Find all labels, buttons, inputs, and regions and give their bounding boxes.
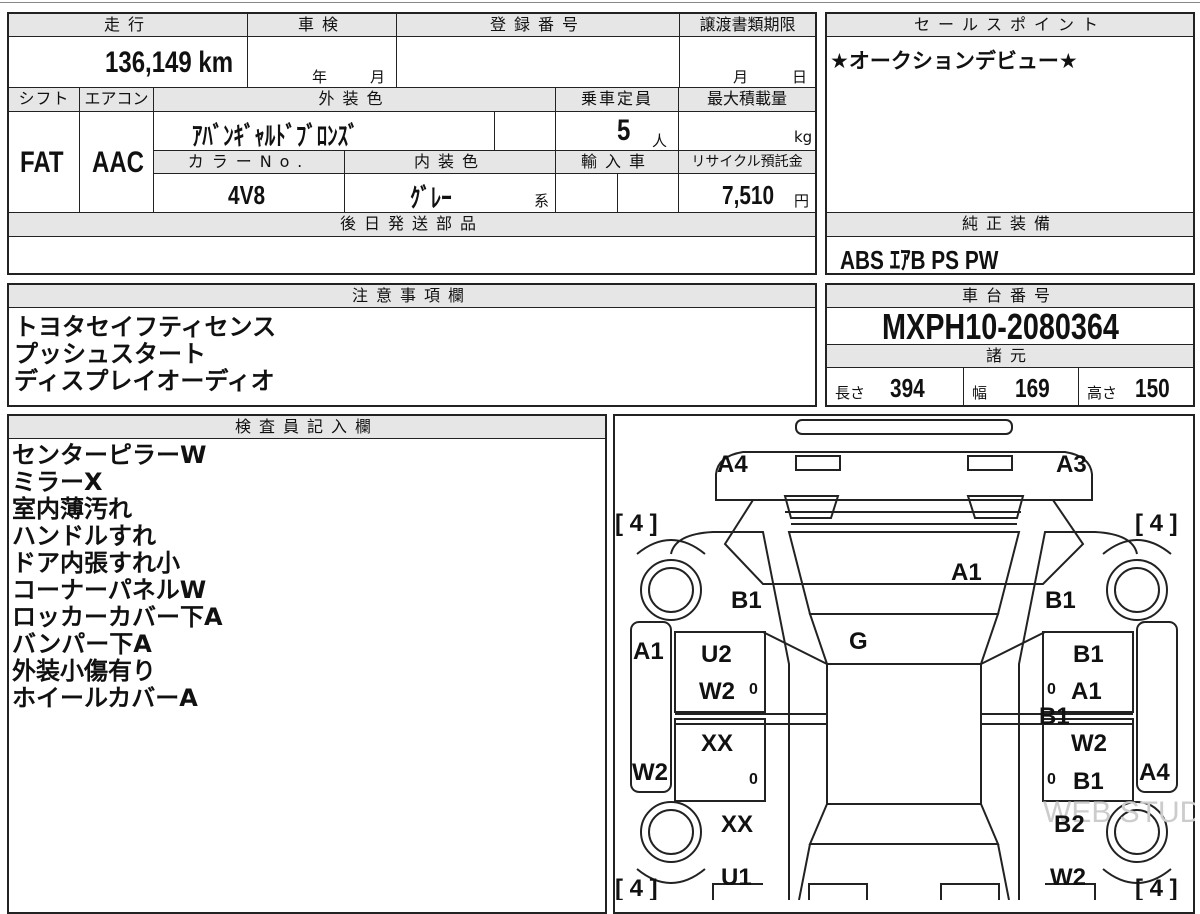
damage-label: U2: [701, 641, 732, 668]
inspector-line: センターピラーW: [12, 441, 207, 469]
damage-label: B1: [1073, 641, 1104, 668]
damage-label: XX: [721, 811, 753, 838]
inspector-line: ミラーX: [12, 468, 103, 496]
damage-label: B1: [731, 587, 762, 614]
damage-label: A4: [1139, 759, 1170, 786]
inspector-line: ドア内張すれ小: [12, 549, 180, 577]
aircon-value: AAC: [92, 146, 144, 179]
interior-color-suffix: 系: [534, 192, 550, 210]
tire-mark-front-left: [ 4 ]: [615, 510, 658, 537]
transfer-deadline-header: 譲渡書類期限: [680, 14, 815, 37]
car-diagram: WEB STUDIO [ 4 ] [ 4 ] [ 4 ] [ 4 ] A4 A3…: [615, 419, 1195, 900]
damage-label: G: [849, 628, 868, 655]
max-load-header: 最大積載量: [679, 88, 815, 112]
length-value: 394: [890, 373, 925, 403]
notes-line-2: プッシュスタート: [14, 340, 206, 368]
inspector-lines: センターピラーW ミラーX 室内薄汚れ ハンドルすれ ドア内張すれ小 コーナーパ…: [12, 442, 223, 712]
damage-label: W2: [1050, 864, 1086, 891]
damage-label: A4: [717, 451, 748, 478]
max-load-unit: kg: [794, 128, 813, 146]
capacity-value: 5: [617, 114, 631, 147]
damage-label: A1: [633, 638, 664, 665]
interior-color-header: 内装色: [345, 151, 555, 174]
capacity-unit: 人: [652, 132, 668, 150]
import-header: 輸入車: [556, 151, 678, 174]
inspector-line: 外装小傷有り: [12, 657, 156, 685]
damage-label: B1: [1039, 703, 1070, 730]
transfer-month-unit: 月: [733, 68, 749, 86]
aircon-header: エアコン: [80, 88, 153, 112]
width-value: 169: [1015, 373, 1050, 403]
sales-point-text: ★オークションデビュー★: [830, 49, 1078, 73]
damage-label: W2: [699, 678, 735, 705]
inspector-line: ロッカーカバー下A: [12, 603, 223, 631]
inspector-line: バンパー下A: [12, 630, 152, 658]
damage-label: XX: [701, 730, 733, 757]
notes-line-1: トヨタセイフティセンス: [14, 313, 277, 341]
height-value: 150: [1135, 373, 1170, 403]
exterior-color-value: ｱﾊﾞﾝｷﾞｬﾙﾄﾞﾌﾞﾛﾝｽﾞ: [192, 121, 359, 151]
inspection-month-unit: 月: [370, 68, 386, 86]
capacity-header: 乗車定員: [556, 88, 678, 112]
inspector-header: 検査員記入欄: [9, 416, 605, 439]
interior-color-value: ｸﾞﾚｰ: [410, 183, 452, 213]
notes-line-3: ディスプレイオーディオ: [14, 367, 275, 395]
transfer-day-unit: 日: [792, 68, 808, 86]
damage-label: W2: [632, 759, 668, 786]
zero-mark: 0: [1047, 771, 1056, 788]
shift-value: FAT: [20, 146, 64, 179]
recycle-value: 7,510: [722, 180, 775, 210]
color-no-value: 4V8: [228, 180, 266, 210]
damage-label: U1: [721, 864, 752, 891]
shift-header: シフト: [9, 88, 79, 112]
genuine-equipment-value: ABS ｴｱB PS PW: [840, 245, 999, 275]
later-parts-header: 後日発送部品: [9, 213, 815, 237]
recycle-unit: 円: [794, 192, 810, 210]
damage-label: W2: [1071, 730, 1107, 757]
tire-mark-rear-right: [ 4 ]: [1135, 875, 1178, 900]
inspector-line: ホイールカバーA: [12, 684, 198, 712]
damage-label: B1: [1045, 587, 1076, 614]
specs-header: 諸元: [827, 345, 1193, 368]
sales-point-header: セールスポイント: [827, 14, 1193, 37]
width-label: 幅: [972, 384, 988, 402]
mileage-header: 走行: [9, 14, 247, 37]
genuine-equipment-header: 純正装備: [827, 213, 1193, 237]
length-label: 長さ: [835, 384, 866, 402]
registration-header: 登録番号: [397, 14, 679, 37]
damage-label: A3: [1056, 451, 1087, 478]
inspector-line: ハンドルすれ: [12, 522, 156, 550]
zero-mark: 0: [749, 771, 758, 788]
exterior-color-header: 外装色: [154, 88, 555, 112]
damage-label: B2: [1054, 811, 1085, 838]
recycle-header: リサイクル預託金: [679, 151, 815, 174]
mileage-value: 136,149 km: [105, 46, 234, 79]
inspector-line: コーナーパネルW: [12, 576, 207, 604]
chassis-value: MXPH10-2080364: [882, 306, 1119, 347]
height-label: 高さ: [1087, 384, 1118, 402]
color-no-header: カラーNo.: [154, 151, 344, 174]
inspection-header: 車検: [248, 14, 396, 37]
notes-header: 注意事項欄: [9, 285, 815, 308]
zero-mark: 0: [1047, 681, 1056, 698]
tire-mark-front-right: [ 4 ]: [1135, 510, 1178, 537]
damage-label: A1: [951, 559, 982, 586]
chassis-header: 車台番号: [827, 285, 1193, 308]
tire-mark-rear-left: [ 4 ]: [615, 875, 658, 900]
inspection-year-unit: 年: [312, 68, 328, 86]
damage-label: A1: [1071, 678, 1102, 705]
damage-label: B1: [1073, 768, 1104, 795]
zero-mark: 0: [749, 681, 758, 698]
inspector-line: 室内薄汚れ: [12, 495, 132, 523]
